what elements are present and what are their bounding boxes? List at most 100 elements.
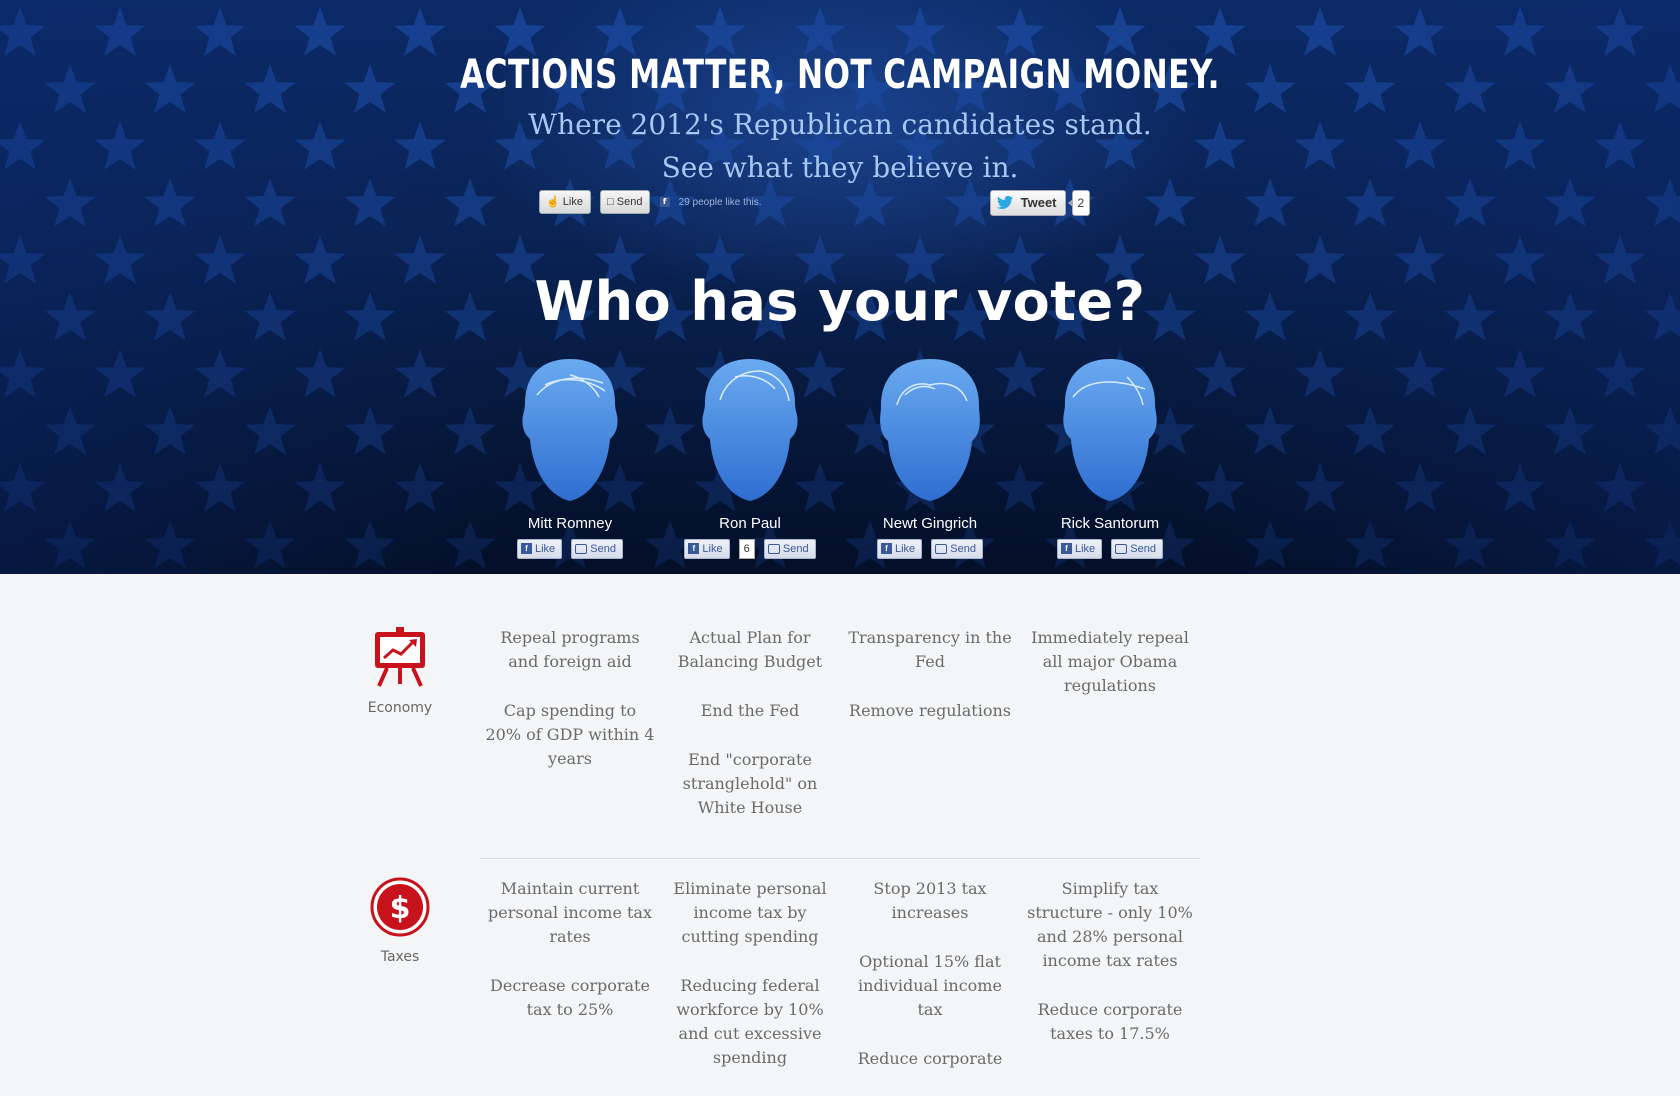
candidate-silhouette-icon: [880, 359, 980, 501]
star-shape: [344, 178, 396, 227]
position-column: Maintain current personal income tax rat…: [485, 877, 655, 1047]
position-item: Cap spending to 20% of GDP within 4 year…: [485, 701, 655, 768]
candidate-send-button[interactable]: Send: [763, 538, 816, 559]
candidate-social: f Like Send: [1020, 538, 1200, 560]
issue-label: Taxes: [380, 949, 420, 965]
tweet-widget: Tweet 2: [990, 190, 1091, 216]
star-shape: [1194, 349, 1246, 398]
candidate-like-button[interactable]: f Like: [684, 538, 730, 559]
star-shape: [1294, 463, 1346, 512]
facebook-like-widget: ☝ Like □ Send f 29 people like this.: [539, 190, 762, 216]
candidate-newt-gingrich[interactable]: Newt Gingrich f Like Send: [840, 355, 1020, 560]
star-shape: [1194, 7, 1246, 56]
star-shape: [844, 178, 896, 227]
star-shape: [1094, 7, 1146, 56]
candidate-name: Rick Santorum: [1060, 515, 1160, 532]
star-shape: [44, 406, 96, 455]
star-shape: [1644, 406, 1680, 455]
star-shape: [1294, 7, 1346, 56]
star-shape: [0, 349, 46, 398]
star-shape: [1444, 520, 1496, 569]
star-shape: [1394, 463, 1446, 512]
issue-label: Economy: [367, 700, 433, 716]
star-shape: [394, 349, 446, 398]
position-item: Remove regulations: [849, 701, 1011, 720]
star-shape: [194, 463, 246, 512]
star-shape: [1494, 7, 1546, 56]
issue-taxes-header: $ Taxes: [355, 877, 445, 965]
star-shape: [1394, 349, 1446, 398]
star-shape: [44, 178, 96, 227]
candidate-like-button[interactable]: f Like: [877, 538, 923, 559]
candidate-like-button[interactable]: f Like: [1057, 538, 1103, 559]
star-shape: [1644, 64, 1680, 113]
star-shape: [94, 349, 146, 398]
star-shape: [1144, 178, 1196, 227]
position-item: Actual Plan for Balancing Budget: [677, 628, 823, 671]
star-shape: [294, 349, 346, 398]
twitter-bird-icon: [997, 195, 1013, 209]
star-shape: [294, 463, 346, 512]
candidate-send-button[interactable]: Send: [1111, 538, 1163, 559]
position-column: Stop 2013 tax increases Optional 15% fla…: [845, 877, 1015, 1096]
tweet-button[interactable]: Tweet: [990, 190, 1066, 216]
star-shape: [1294, 349, 1346, 398]
star-shape: [1594, 463, 1646, 512]
position-item: Reducing federal workforce by 10% and cu…: [676, 976, 824, 1067]
candidate-ron-paul[interactable]: Ron Paul f Like 6 Send: [660, 355, 840, 560]
star-shape: [144, 406, 196, 455]
candidate-send-button[interactable]: Send: [571, 538, 623, 559]
star-shape: [1544, 178, 1596, 227]
position-column: Immediately repeal all major Obama regul…: [1025, 626, 1195, 723]
candidate-silhouette-icon: [522, 359, 618, 501]
fb-like-count: 29 people like this.: [678, 196, 762, 208]
issues-section: [0, 574, 1680, 1050]
star-shape: [244, 520, 296, 569]
star-shape: [394, 463, 446, 512]
star-shape: [1544, 64, 1596, 113]
speech-bubble-icon: [935, 543, 948, 554]
star-shape: [194, 349, 246, 398]
candidate-like-button[interactable]: f Like: [517, 538, 563, 559]
star-shape: [44, 520, 96, 569]
star-shape: [0, 7, 46, 56]
issue-divider: [480, 858, 1200, 859]
subtitle-line1: Where 2012's Republican candidates stand…: [528, 108, 1152, 141]
star-shape: [244, 406, 296, 455]
star-shape: [144, 178, 196, 227]
star-shape: [1194, 463, 1246, 512]
candidate-mitt-romney[interactable]: Mitt Romney f Like Send: [480, 355, 660, 560]
facebook-icon: f: [1061, 543, 1072, 555]
star-shape: [1344, 178, 1396, 227]
star-shape: [1444, 178, 1496, 227]
star-shape: [1544, 406, 1596, 455]
star-shape: [794, 7, 846, 56]
position-column: Simplify tax structure - only 10% and 28…: [1025, 877, 1195, 1071]
star-shape: [1644, 178, 1680, 227]
speech-bubble-icon: [575, 543, 588, 554]
position-column: Transparency in the Fed Remove regulatio…: [845, 626, 1015, 748]
star-shape: [1244, 520, 1296, 569]
candidate-social: f Like Send: [480, 538, 660, 560]
candidate-social: f Like Send: [840, 538, 1020, 560]
position-item: Maintain current personal income tax rat…: [488, 879, 652, 946]
facebook-icon: f: [521, 543, 532, 555]
star-shape: [1594, 349, 1646, 398]
star-shape: [1644, 520, 1680, 569]
position-item: Transparency in the Fed: [848, 628, 1012, 671]
position-column: Repeal programs and foreign aid Cap spen…: [485, 626, 655, 796]
star-shape: [0, 463, 46, 512]
fb-like-button[interactable]: ☝ Like: [539, 190, 591, 214]
star-shape: [344, 520, 396, 569]
fb-send-button[interactable]: □ Send: [600, 190, 651, 214]
dollar-icon: $: [370, 877, 430, 937]
star-shape: [244, 178, 296, 227]
star-shape: [44, 64, 96, 113]
star-shape: [594, 7, 646, 56]
star-shape: [894, 7, 946, 56]
candidate-name: Ron Paul: [719, 515, 781, 532]
candidate-send-button[interactable]: Send: [931, 538, 983, 559]
candidate-rick-santorum[interactable]: Rick Santorum f Like Send: [1020, 355, 1200, 560]
star-shape: [1544, 520, 1596, 569]
position-column: Actual Plan for Balancing Budget End the…: [665, 626, 835, 845]
